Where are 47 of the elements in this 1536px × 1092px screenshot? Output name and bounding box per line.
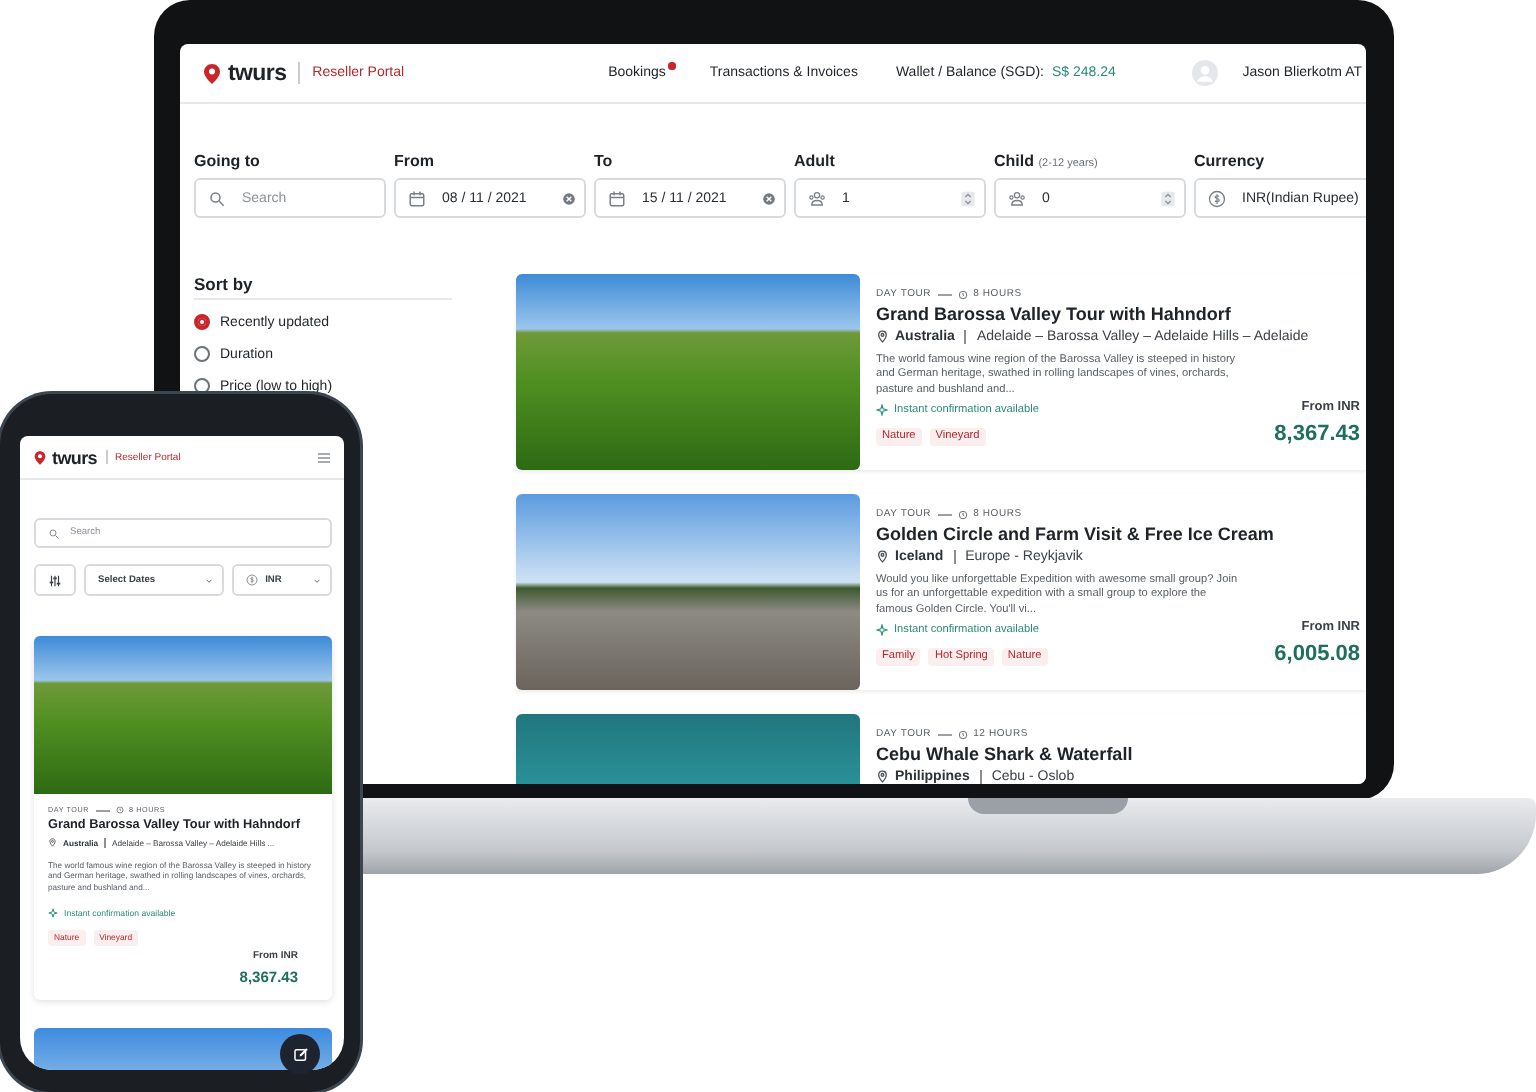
price: 6,005.08 — [1274, 642, 1360, 666]
stepper-icon[interactable] — [1160, 189, 1176, 207]
calendar-icon — [608, 189, 626, 207]
edit-icon — [291, 1045, 309, 1063]
clock-icon — [115, 806, 124, 814]
people-icon — [1008, 189, 1026, 207]
logo-text: twurs — [228, 61, 287, 85]
sparkle-icon — [48, 907, 58, 918]
radio-button[interactable] — [194, 346, 210, 362]
tour-title[interactable]: Grand Barossa Valley Tour with Hahndorf — [876, 304, 1275, 324]
chevron-icon — [203, 575, 214, 585]
sliders-icon — [48, 573, 62, 587]
clock-icon — [957, 289, 968, 299]
field-label: To — [594, 152, 615, 170]
dollar-icon — [245, 574, 258, 586]
tour-card[interactable] — [516, 494, 1366, 690]
map-pin-icon — [200, 61, 224, 85]
clear-icon[interactable] — [562, 191, 576, 205]
field-label: Currency — [1194, 152, 1267, 170]
location-pin-icon — [876, 770, 889, 784]
sparkle-icon — [876, 403, 888, 416]
field-label: Adult — [794, 152, 837, 170]
stepper-icon[interactable] — [960, 189, 976, 207]
people-icon — [808, 189, 826, 207]
clear-icon[interactable] — [762, 191, 776, 205]
search-icon — [48, 527, 60, 539]
location-pin-icon — [876, 330, 889, 344]
map-pin-icon — [32, 449, 48, 465]
dollar-icon — [1208, 189, 1226, 207]
radio-button[interactable] — [194, 314, 210, 330]
logo-text: twurs — [52, 447, 98, 467]
sort-title: Sort by — [194, 274, 253, 294]
field-label: Going to — [194, 152, 262, 170]
location-pin-icon — [876, 550, 889, 564]
calendar-icon — [408, 189, 426, 207]
tour-title[interactable]: Golden Circle and Farm Visit & Free Ice Cream — [876, 524, 1275, 544]
tour-title[interactable]: Cebu Whale Shark & Waterfall — [876, 744, 1360, 764]
location-pin-icon — [48, 838, 57, 848]
price: 8,367.43 — [1274, 422, 1360, 446]
search-icon — [208, 189, 226, 207]
chevron-icon — [312, 575, 322, 585]
filter-button[interactable] — [34, 564, 76, 596]
tour-card[interactable] — [516, 274, 1366, 470]
field-label: From — [394, 152, 436, 170]
clock-icon — [957, 729, 968, 739]
clock-icon — [957, 509, 968, 519]
sparkle-icon — [876, 623, 888, 636]
